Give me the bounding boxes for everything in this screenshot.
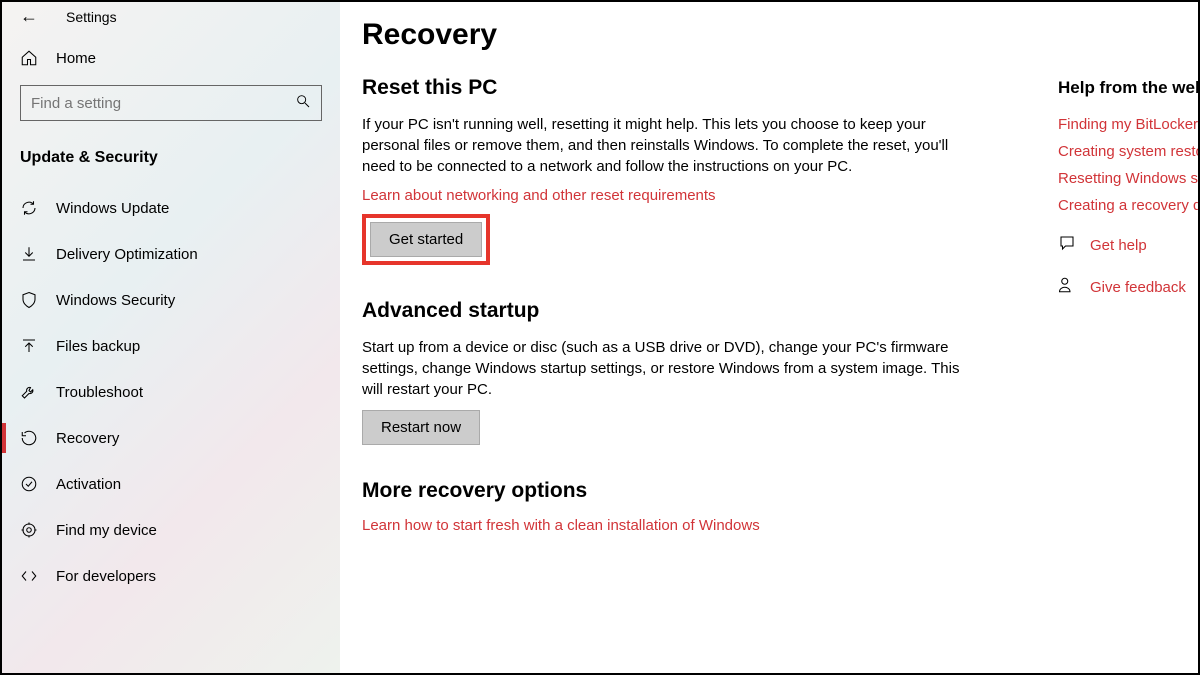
sidebar-item-windows-update[interactable]: Windows Update	[2, 185, 340, 231]
sidebar: ← Settings Home Update & Security Window…	[2, 2, 340, 673]
reset-heading: Reset this PC	[362, 76, 1002, 100]
back-icon[interactable]: ←	[20, 6, 38, 27]
sidebar-item-label: Recovery	[56, 430, 119, 447]
sidebar-item-label: Windows Update	[56, 200, 169, 217]
sidebar-item-activation[interactable]: Activation	[2, 461, 340, 507]
home-icon	[20, 49, 38, 67]
help-link[interactable]: Creating a recovery d	[1058, 197, 1198, 214]
sidebar-item-label: Delivery Optimization	[56, 246, 198, 263]
right-title: Help from the web	[1058, 78, 1198, 98]
sidebar-item-find-my-device[interactable]: Find my device	[2, 507, 340, 553]
help-link[interactable]: Creating system restore	[1058, 143, 1198, 160]
reset-link[interactable]: Learn about networking and other reset r…	[362, 187, 1002, 204]
help-link[interactable]: Resetting Windows s	[1058, 170, 1198, 187]
sync-icon	[20, 199, 38, 217]
sidebar-section-title: Update & Security	[2, 135, 340, 185]
help-link[interactable]: Finding my BitLocker	[1058, 116, 1198, 133]
give-feedback-row[interactable]: Give feedback	[1058, 276, 1198, 298]
sidebar-item-label: For developers	[56, 568, 156, 585]
sidebar-item-label: Troubleshoot	[56, 384, 143, 401]
chat-icon	[1058, 234, 1076, 256]
more-section: More recovery options Learn how to start…	[362, 479, 1002, 534]
sidebar-item-delivery-optimization[interactable]: Delivery Optimization	[2, 231, 340, 277]
home-label: Home	[56, 50, 96, 67]
upload-icon	[20, 337, 38, 355]
recovery-icon	[20, 429, 38, 447]
get-help-row[interactable]: Get help	[1058, 234, 1198, 256]
sidebar-item-label: Find my device	[56, 522, 157, 539]
get-started-button[interactable]: Get started	[370, 222, 482, 257]
wrench-icon	[20, 383, 38, 401]
feedback-label: Give feedback	[1090, 279, 1186, 296]
sidebar-item-for-developers[interactable]: For developers	[2, 553, 340, 599]
sidebar-item-label: Windows Security	[56, 292, 175, 309]
advanced-body: Start up from a device or disc (such as …	[362, 337, 982, 400]
main-content: Recovery Reset this PC If your PC isn't …	[362, 2, 1198, 673]
location-icon	[20, 521, 38, 539]
search-field[interactable]	[31, 95, 283, 112]
more-heading: More recovery options	[362, 479, 1002, 503]
right-rail: Help from the web Finding my BitLocker C…	[1058, 78, 1198, 298]
download-icon	[20, 245, 38, 263]
code-icon	[20, 567, 38, 585]
page-title: Recovery	[362, 18, 1198, 52]
more-link[interactable]: Learn how to start fresh with a clean in…	[362, 517, 1002, 534]
sidebar-item-label: Activation	[56, 476, 121, 493]
sidebar-item-files-backup[interactable]: Files backup	[2, 323, 340, 369]
check-circle-icon	[20, 475, 38, 493]
highlight-box: Get started	[362, 214, 490, 265]
sidebar-item-troubleshoot[interactable]: Troubleshoot	[2, 369, 340, 415]
sidebar-item-recovery[interactable]: Recovery	[2, 415, 340, 461]
sidebar-item-home[interactable]: Home	[2, 37, 340, 79]
reset-section: Reset this PC If your PC isn't running w…	[362, 76, 1002, 265]
search-input[interactable]	[20, 85, 322, 121]
person-icon	[1058, 276, 1076, 298]
advanced-heading: Advanced startup	[362, 299, 1002, 323]
sidebar-item-label: Files backup	[56, 338, 140, 355]
reset-body: If your PC isn't running well, resetting…	[362, 114, 982, 177]
app-title: Settings	[66, 9, 117, 25]
get-help-label: Get help	[1090, 237, 1147, 254]
search-icon	[295, 93, 311, 113]
shield-icon	[20, 291, 38, 309]
sidebar-item-windows-security[interactable]: Windows Security	[2, 277, 340, 323]
restart-now-button[interactable]: Restart now	[362, 410, 480, 445]
advanced-section: Advanced startup Start up from a device …	[362, 299, 1002, 445]
